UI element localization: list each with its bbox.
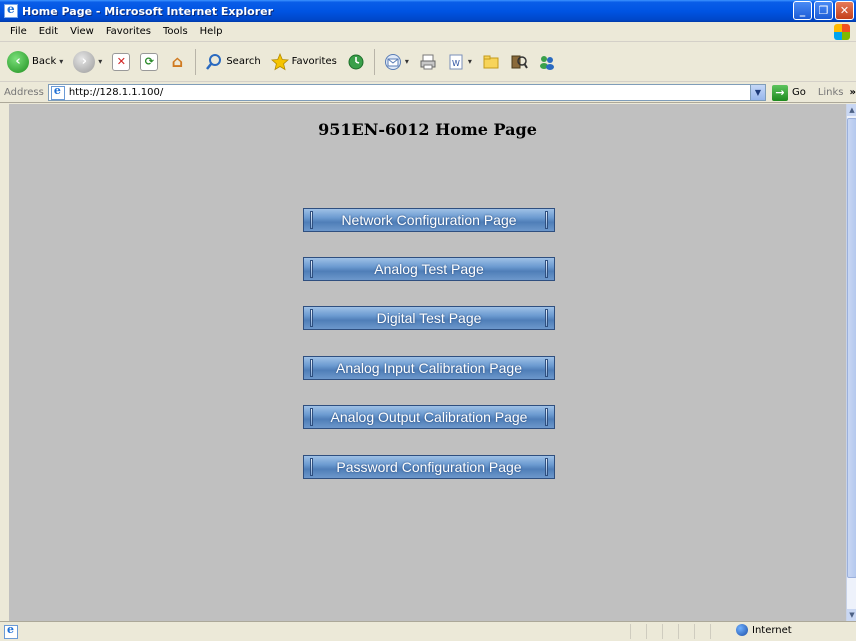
page-title: 951EN-6012 Home Page (318, 120, 537, 139)
svg-text:W: W (452, 59, 460, 68)
folder-icon (483, 55, 499, 68)
analog-input-calibration-label: Analog Input Calibration Page (335, 360, 523, 376)
menu-view[interactable]: View (64, 26, 100, 37)
minimize-button[interactable]: _ (793, 1, 812, 20)
page-icon (50, 84, 65, 100)
network-configuration-label: Network Configuration Page (341, 212, 517, 228)
scroll-thumb[interactable] (847, 118, 856, 578)
forward-button[interactable]: › ▾ (70, 47, 105, 77)
search-icon (206, 53, 222, 70)
go-button[interactable]: → Go (771, 84, 806, 101)
messenger-button[interactable] (535, 47, 559, 77)
toolbar-separator (373, 48, 375, 75)
links-chevron-icon[interactable]: » (850, 87, 856, 98)
chevron-down-icon: ▾ (59, 57, 64, 66)
security-zone: Internet (736, 624, 792, 636)
home-button[interactable]: ⌂ (165, 47, 189, 77)
page-content: 951EN-6012 Home Page Network Configurati… (9, 104, 846, 621)
discuss-button[interactable] (479, 47, 503, 77)
back-arrow-icon: ‹ (7, 50, 29, 73)
printer-icon (420, 54, 436, 69)
window-title: Home Page - Microsoft Internet Explorer (22, 4, 274, 18)
history-button[interactable] (344, 47, 368, 77)
mail-button[interactable]: ▾ (381, 47, 412, 77)
go-arrow-icon: → (771, 84, 788, 101)
menu-tools[interactable]: Tools (157, 26, 194, 37)
address-dropdown-icon[interactable]: ▼ (749, 85, 765, 100)
chevron-down-icon: ▾ (98, 57, 103, 66)
messenger-icon (539, 55, 554, 70)
search-button[interactable]: Search (202, 47, 263, 77)
scroll-up-icon[interactable]: ▲ (847, 104, 856, 116)
chevron-down-icon: ▾ (404, 57, 409, 66)
address-bar: Address http://128.1.1.100/ ▼ → Go Links… (0, 83, 856, 103)
stop-icon: ✕ (112, 52, 131, 71)
back-button[interactable]: ‹ Back ▾ (4, 47, 66, 77)
address-url: http://128.1.1.100/ (68, 87, 164, 98)
window-controls: _ ❐ ✕ (793, 1, 854, 20)
menu-file[interactable]: File (4, 26, 33, 37)
status-bar: Internet (0, 621, 856, 641)
analog-input-calibration-button[interactable]: Analog Input Calibration Page (303, 356, 555, 380)
analog-output-calibration-label: Analog Output Calibration Page (330, 409, 528, 425)
address-label: Address (4, 87, 44, 98)
links-button[interactable]: Links (818, 87, 844, 98)
address-input[interactable]: http://128.1.1.100/ ▼ (47, 84, 766, 101)
scroll-down-icon[interactable]: ▼ (847, 609, 856, 621)
menu-help[interactable]: Help (194, 26, 229, 37)
ie-icon (4, 2, 18, 18)
status-panes (630, 624, 726, 639)
print-button[interactable] (416, 47, 440, 77)
refresh-icon: ⟳ (140, 52, 159, 71)
back-label: Back (32, 56, 57, 67)
analog-test-button[interactable]: Analog Test Page (303, 257, 555, 281)
title-bar: Home Page - Microsoft Internet Explorer … (0, 0, 856, 22)
analog-output-calibration-button[interactable]: Analog Output Calibration Page (303, 405, 555, 429)
menu-favorites[interactable]: Favorites (100, 26, 157, 37)
home-icon: ⌂ (171, 52, 184, 71)
password-configuration-label: Password Configuration Page (336, 459, 522, 475)
network-configuration-button[interactable]: Network Configuration Page (303, 208, 555, 232)
vertical-scrollbar[interactable]: ▲ ▼ (846, 104, 856, 621)
password-configuration-button[interactable]: Password Configuration Page (303, 455, 555, 479)
research-button[interactable] (507, 47, 531, 77)
go-label: Go (791, 87, 806, 98)
favorites-button[interactable]: Favorites (268, 47, 340, 77)
close-button[interactable]: ✕ (835, 1, 854, 20)
maximize-button[interactable]: ❐ (814, 1, 833, 20)
word-document-icon: W (449, 54, 463, 69)
edit-button[interactable]: W ▾ (444, 47, 475, 77)
standard-toolbar: ‹ Back ▾ › ▾ ✕ ⟳ ⌂ Search Favorites ▾ W … (0, 42, 856, 82)
menu-edit[interactable]: Edit (33, 26, 64, 37)
zone-label: Internet (752, 624, 792, 636)
menu-bar: File Edit View Favorites Tools Help (0, 22, 856, 42)
globe-icon (736, 624, 748, 636)
analog-test-label: Analog Test Page (374, 261, 484, 277)
mail-icon (384, 53, 401, 70)
refresh-button[interactable]: ⟳ (137, 47, 161, 77)
history-icon (348, 54, 364, 69)
chevron-down-icon: ▾ (467, 57, 472, 66)
star-icon (270, 52, 289, 70)
page-status-icon (4, 623, 18, 639)
forward-arrow-icon: › (73, 50, 96, 73)
research-icon (511, 55, 528, 69)
digital-test-button[interactable]: Digital Test Page (303, 306, 555, 330)
stop-button[interactable]: ✕ (109, 47, 133, 77)
search-label: Search (226, 56, 261, 67)
favorites-label: Favorites (291, 56, 337, 67)
windows-logo-icon (834, 24, 850, 40)
digital-test-label: Digital Test Page (376, 310, 482, 326)
toolbar-separator (195, 48, 197, 75)
